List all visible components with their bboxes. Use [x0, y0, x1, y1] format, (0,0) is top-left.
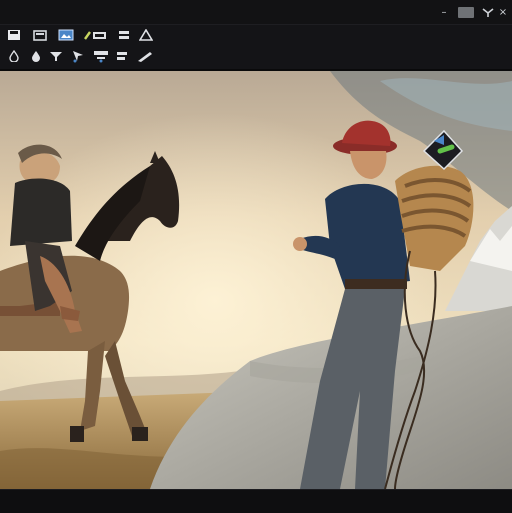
maximize-button[interactable] — [458, 7, 474, 18]
drop-button[interactable] — [6, 49, 22, 63]
image-icon — [58, 29, 74, 41]
layers-icon — [119, 31, 129, 39]
minimize-button[interactable]: – — [440, 7, 448, 18]
crop-button[interactable] — [92, 49, 110, 63]
status-bar — [0, 489, 512, 513]
drop-icon — [9, 50, 19, 62]
pen-icon — [138, 52, 152, 62]
brush-icon — [84, 31, 106, 40]
pin-icon — [482, 8, 494, 17]
image-canvas[interactable] — [0, 71, 512, 489]
folder-icon — [33, 30, 47, 41]
pen-button[interactable] — [136, 49, 154, 63]
filter-button[interactable] — [48, 49, 64, 63]
filter-icon — [50, 52, 62, 61]
save-icon — [8, 30, 20, 40]
text-icon — [117, 52, 127, 60]
triangle-icon — [139, 29, 153, 41]
brush-button[interactable] — [84, 28, 108, 42]
fill-button[interactable] — [28, 49, 44, 63]
image-button[interactable] — [58, 28, 74, 42]
select-button[interactable] — [70, 49, 86, 63]
shape-button[interactable] — [138, 28, 154, 42]
select-icon — [73, 51, 83, 63]
open-button[interactable] — [32, 28, 48, 42]
toolbar — [0, 25, 512, 71]
fill-icon — [32, 51, 40, 62]
text-button[interactable] — [114, 49, 130, 63]
close-button[interactable]: × — [498, 7, 508, 18]
layers-button[interactable] — [116, 28, 132, 42]
save-button[interactable] — [6, 28, 22, 42]
title-bar: – × — [0, 0, 512, 25]
crop-icon — [94, 51, 108, 63]
artwork — [0, 71, 512, 489]
pin-button[interactable] — [482, 7, 494, 18]
